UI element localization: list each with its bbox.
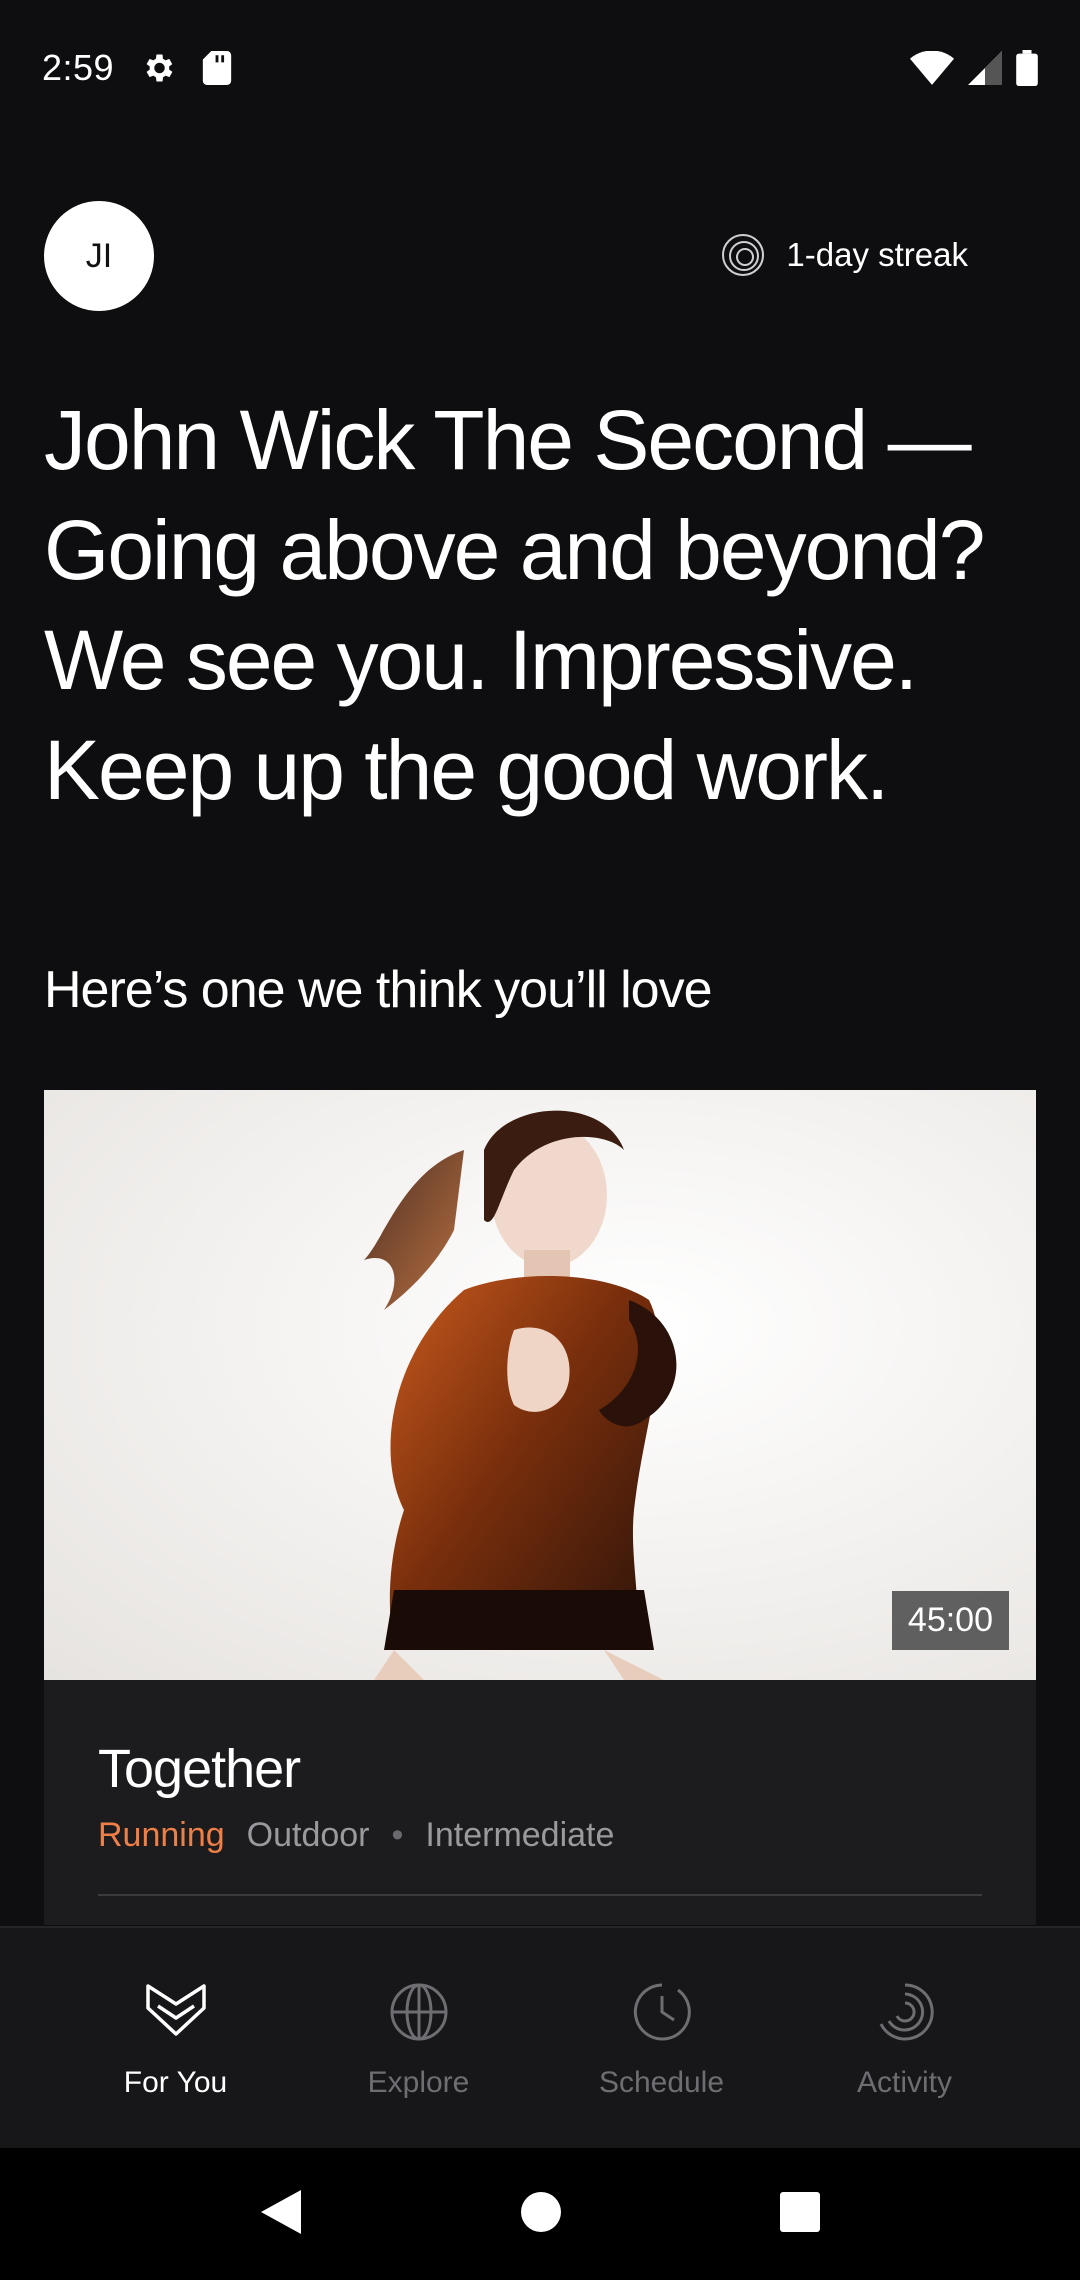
activity-rings-icon <box>879 1983 934 2041</box>
streak-rings-icon <box>720 232 766 278</box>
nav-activity[interactable]: Activity <box>783 1928 1026 2148</box>
wifi-icon <box>910 50 954 85</box>
greeting-headline: John Wick The Second — Going above and b… <box>44 393 985 817</box>
status-left: 2:59 <box>42 47 232 89</box>
signal-icon <box>968 50 1002 85</box>
workout-card[interactable]: 45:00 Together Running Outdoor • Interme… <box>44 1090 1036 1925</box>
duration-badge: 45:00 <box>891 1591 1009 1650</box>
nav-for-you[interactable]: For You <box>54 1928 297 2148</box>
globe-icon <box>390 1983 447 2041</box>
battery-icon <box>1016 49 1038 86</box>
workout-level: Intermediate <box>425 1816 615 1854</box>
nav-explore-label: Explore <box>367 2066 470 2099</box>
status-time: 2:59 <box>42 46 115 88</box>
runner-illustration <box>364 1110 677 1680</box>
clock-icon <box>633 1983 691 2041</box>
avatar[interactable]: JI <box>44 201 154 311</box>
home-icon[interactable] <box>520 2191 562 2238</box>
streak-text: 1-day streak <box>786 236 968 273</box>
nav-activity-label: Activity <box>856 2066 952 2099</box>
nav-schedule-label: Schedule <box>598 2066 725 2099</box>
workout-title: Together <box>98 1739 301 1799</box>
back-icon[interactable] <box>259 2188 303 2241</box>
nav-explore[interactable]: Explore <box>297 1928 540 2148</box>
bottom-nav: For You Explore Schedule Activity <box>0 1926 1080 2148</box>
avatar-initials: JI <box>85 236 113 275</box>
sd-card-icon <box>202 50 232 85</box>
gear-icon <box>140 50 176 86</box>
nav-schedule[interactable]: Schedule <box>540 1928 783 2148</box>
streak-indicator[interactable]: 1-day streak <box>720 232 968 278</box>
card-divider <box>98 1894 982 1896</box>
tag-separator: • <box>391 1816 404 1854</box>
status-bar: 2:59 <box>0 0 1080 135</box>
system-nav <box>0 2148 1080 2280</box>
section-title: Here’s one we think you’ll love <box>44 961 713 1019</box>
nav-for-you-label: For You <box>123 2066 228 2099</box>
workout-location: Outdoor <box>246 1816 370 1854</box>
card-body[interactable]: Together Running Outdoor • Intermediate <box>44 1680 1036 1925</box>
heart-chevron-icon <box>145 1984 206 2036</box>
workout-category: Running <box>98 1816 225 1854</box>
status-right <box>910 49 1038 86</box>
workout-image[interactable]: 45:00 <box>44 1090 1036 1680</box>
workout-tags: Running Outdoor • Intermediate <box>98 1816 982 1855</box>
recents-icon[interactable] <box>779 2191 821 2238</box>
